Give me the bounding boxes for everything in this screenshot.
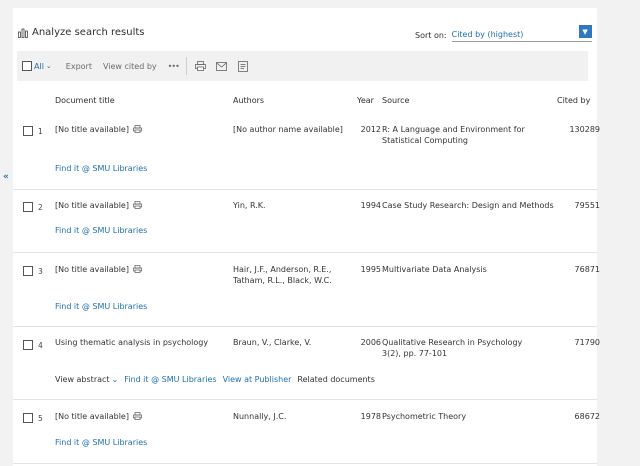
view-abstract-button[interactable]: View abstract xyxy=(55,375,110,384)
row-checkbox[interactable] xyxy=(23,266,33,276)
view-at-publisher-link[interactable]: View at Publisher xyxy=(223,375,292,384)
collapse-sidebar-icon[interactable]: « xyxy=(3,172,13,182)
year: 1995 xyxy=(360,265,381,274)
email-icon[interactable] xyxy=(215,59,229,73)
document-title-text: [No title available] xyxy=(55,125,129,134)
find-it-link[interactable]: Find it @ SMU Libraries xyxy=(55,438,147,447)
source-detail: 3(2), pp. 77-101 xyxy=(382,349,448,358)
bar-chart-icon xyxy=(18,28,28,38)
chevron-down-icon[interactable]: ⌄ xyxy=(46,62,52,70)
authors: [No author name available] xyxy=(233,125,343,134)
column-header-authors[interactable]: Authors xyxy=(233,96,264,105)
document-title-text: [No title available] xyxy=(55,265,129,274)
analyze-search-results-link[interactable]: Analyze search results xyxy=(18,27,144,38)
find-it-link[interactable]: Find it @ SMU Libraries xyxy=(55,226,147,235)
document-title: Using thematic analysis in psychology xyxy=(55,337,225,348)
document-title-link[interactable]: Using thematic analysis in psychology xyxy=(55,337,208,348)
chevron-down-icon[interactable]: ▼ xyxy=(578,25,592,38)
document-title-text: [No title available] xyxy=(55,412,129,421)
toolbar-divider xyxy=(185,57,187,75)
document-title: [No title available] xyxy=(55,411,225,423)
document-title: [No title available] xyxy=(55,124,225,136)
authors: Yin, R.K. xyxy=(233,201,266,210)
cited-by-count[interactable]: 68672 xyxy=(553,411,600,422)
row-number: 3 xyxy=(38,267,43,276)
row-checkbox[interactable] xyxy=(23,202,33,212)
column-header-cited-by[interactable]: Cited by xyxy=(557,96,590,105)
select-all-checkbox[interactable] xyxy=(22,61,32,71)
find-it-link[interactable]: Find it @ SMU Libraries xyxy=(55,164,147,173)
authors: Hair, J.F., Anderson, R.E., Tatham, R.L.… xyxy=(233,265,332,285)
year: 1978 xyxy=(360,412,381,421)
row-number: 5 xyxy=(38,414,43,423)
row-number: 1 xyxy=(38,127,43,136)
table-row: 1 [No title available] [No author name a… xyxy=(13,110,600,190)
source: Case Study Research: Design and Methods xyxy=(382,201,554,210)
row-links: View abstract ⌄ Find it @ SMU Libraries … xyxy=(55,375,381,384)
year: 2006 xyxy=(360,338,381,347)
table-row: 5 [No title available] Nunnally, J.C. 19… xyxy=(13,400,600,464)
results-toolbar: All ⌄ Export View cited by ••• xyxy=(17,51,588,81)
print-icon[interactable] xyxy=(133,201,142,212)
row-number: 2 xyxy=(38,203,43,212)
column-header-source[interactable]: Source xyxy=(382,96,409,105)
source: R: A Language and Environment for Statis… xyxy=(382,125,525,145)
document-title: [No title available] xyxy=(55,264,225,276)
row-links: Find it @ SMU Libraries xyxy=(55,438,153,447)
view-cited-by-button[interactable]: View cited by xyxy=(103,62,157,71)
sort-dropdown[interactable]: Cited by (highest) ▼ xyxy=(451,25,592,42)
related-documents-link[interactable]: Related documents xyxy=(297,375,374,384)
find-it-link[interactable]: Find it @ SMU Libraries xyxy=(55,302,147,311)
bibliography-icon[interactable] xyxy=(236,59,250,73)
chevron-down-icon[interactable]: ⌄ xyxy=(112,375,119,384)
cited-by-count[interactable]: 76871 xyxy=(553,264,600,275)
print-icon[interactable] xyxy=(133,412,142,423)
cited-by-count[interactable]: 130289 xyxy=(553,124,600,135)
export-button[interactable]: Export xyxy=(66,62,92,71)
row-checkbox[interactable] xyxy=(23,126,33,136)
document-title-text: [No title available] xyxy=(55,201,129,210)
sort-control: Sort on: Cited by (highest) ▼ xyxy=(415,25,592,42)
more-options-button[interactable]: ••• xyxy=(168,62,180,71)
table-row: 3 [No title available] Hair, J.F., Ander… xyxy=(13,253,600,327)
table-row: 4 Using thematic analysis in psychology … xyxy=(13,327,600,400)
row-checkbox[interactable] xyxy=(23,413,33,423)
sort-label: Sort on: xyxy=(415,30,447,40)
source: Psychometric Theory xyxy=(382,412,467,421)
print-icon[interactable] xyxy=(133,125,142,136)
print-icon[interactable] xyxy=(133,265,142,276)
row-links: Find it @ SMU Libraries xyxy=(55,164,153,173)
analyze-search-results-label: Analyze search results xyxy=(32,27,145,38)
row-links: Find it @ SMU Libraries xyxy=(55,226,153,235)
source: Multivariate Data Analysis xyxy=(382,265,487,274)
column-header-year[interactable]: Year xyxy=(357,96,374,105)
row-links: Find it @ SMU Libraries xyxy=(55,302,153,311)
year: 2012 xyxy=(360,125,381,134)
source: Qualitative Research in Psychology 3(2),… xyxy=(382,337,554,359)
authors: Braun, V., Clarke, V. xyxy=(233,338,312,347)
cited-by-count[interactable]: 71790 xyxy=(553,337,600,348)
table-row: 2 [No title available] Yin, R.K. 1994 Ca… xyxy=(13,190,600,253)
cited-by-count[interactable]: 79551 xyxy=(553,200,600,211)
results-panel: Analyze search results Sort on: Cited by… xyxy=(13,8,600,466)
column-header-title[interactable]: Document title xyxy=(55,96,115,105)
authors: Nunnally, J.C. xyxy=(233,412,287,421)
find-it-link[interactable]: Find it @ SMU Libraries xyxy=(124,375,216,384)
row-number: 4 xyxy=(38,341,43,350)
row-checkbox[interactable] xyxy=(23,340,33,350)
print-icon[interactable] xyxy=(194,59,208,73)
document-title: [No title available] xyxy=(55,200,225,212)
source-title: Qualitative Research in Psychology xyxy=(382,338,523,347)
year: 1994 xyxy=(360,201,381,210)
select-all-dropdown[interactable]: All xyxy=(34,62,44,71)
sort-value: Cited by (highest) xyxy=(451,30,524,39)
